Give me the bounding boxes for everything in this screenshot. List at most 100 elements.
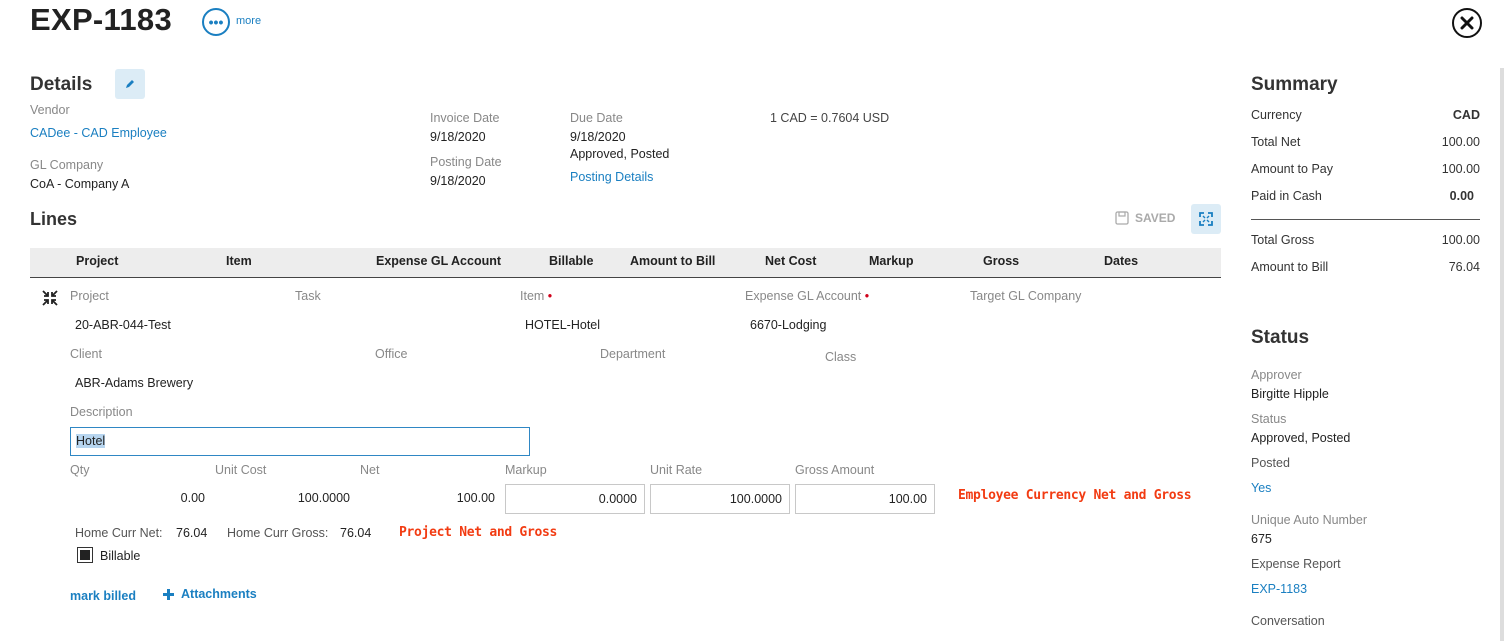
status-heading: Status xyxy=(1251,327,1310,348)
net-value: 100.00 xyxy=(456,491,495,505)
description-label: Description xyxy=(70,405,133,419)
summary-amount-to-pay-value: 100.00 xyxy=(1441,162,1480,176)
description-input[interactable]: Hotel xyxy=(70,427,530,456)
unit-rate-input[interactable]: 100.0000 xyxy=(650,484,790,514)
qty-label: Qty xyxy=(70,463,90,477)
unit-rate-label: Unit Rate xyxy=(650,463,703,477)
col-item[interactable]: Item xyxy=(226,254,252,268)
employee-currency-note: Employee Currency Net and Gross xyxy=(958,488,1192,503)
saved-label: SAVED xyxy=(1135,211,1176,225)
col-markup[interactable]: Markup xyxy=(869,254,913,268)
gl-company-label: GL Company xyxy=(30,158,104,172)
edit-pencil-icon[interactable] xyxy=(115,69,145,99)
vendor-label: Vendor xyxy=(30,103,70,117)
conversation-label: Conversation xyxy=(1251,614,1325,628)
project-net-gross-note: Project Net and Gross xyxy=(399,525,558,540)
markup-input[interactable]: 0.0000 xyxy=(505,484,645,514)
posting-details-link[interactable]: Posting Details xyxy=(570,170,653,184)
col-project[interactable]: Project xyxy=(76,254,118,268)
expense-gl-label: Expense GL Account • xyxy=(745,289,870,303)
expand-icon[interactable] xyxy=(1191,204,1221,234)
gross-amount-input[interactable]: 100.00 xyxy=(795,484,935,514)
due-date-value: 9/18/2020 xyxy=(570,130,626,144)
status-value: Approved, Posted xyxy=(1251,431,1351,445)
gross-amount-label: Gross Amount xyxy=(795,463,875,477)
status-label: Status xyxy=(1251,412,1287,426)
collapse-icon[interactable] xyxy=(42,290,58,309)
lines-table-header xyxy=(30,248,1221,278)
posted-label: Posted xyxy=(1251,456,1290,470)
scrollbar[interactable] xyxy=(1500,68,1504,641)
ellipsis-icon[interactable]: ••• xyxy=(202,8,230,36)
posted-value[interactable]: Yes xyxy=(1251,481,1271,495)
summary-currency-value: CAD xyxy=(1452,108,1480,122)
summary-amount-to-pay-label: Amount to Pay xyxy=(1251,162,1333,176)
summary-currency-label: Currency xyxy=(1251,108,1302,122)
gl-company-value: CoA - Company A xyxy=(30,177,130,191)
unit-cost-label: Unit Cost xyxy=(215,463,267,477)
expense-gl-value[interactable]: 6670-Lodging xyxy=(750,318,826,332)
lines-heading: Lines xyxy=(30,209,78,229)
saved-indicator: SAVED xyxy=(1115,211,1175,225)
col-dates[interactable]: Dates xyxy=(1104,254,1138,268)
exchange-rate: 1 CAD = 0.7604 USD xyxy=(770,111,890,125)
attachments-button[interactable]: Attachments xyxy=(162,587,257,601)
auto-number-label: Unique Auto Number xyxy=(1251,513,1368,527)
summary-amount-to-bill-label: Amount to Bill xyxy=(1251,260,1329,274)
more-link[interactable]: more xyxy=(236,15,261,27)
client-value[interactable]: ABR-Adams Brewery xyxy=(75,376,193,390)
col-amount-to-bill[interactable]: Amount to Bill xyxy=(630,254,715,268)
page-title: EXP-1183 xyxy=(30,2,173,37)
due-date-label: Due Date xyxy=(570,111,623,125)
billable-label: Billable xyxy=(100,549,141,563)
posting-date-label: Posting Date xyxy=(430,155,502,169)
item-label: Item • xyxy=(520,289,553,303)
expense-report-link[interactable]: EXP-1183 xyxy=(1251,582,1307,596)
summary-total-net-value: 100.00 xyxy=(1441,135,1480,149)
mark-billed-link[interactable]: mark billed xyxy=(70,589,136,603)
item-value[interactable]: HOTEL-Hotel xyxy=(525,318,600,332)
required-dot: • xyxy=(547,289,553,303)
invoice-date-label: Invoice Date xyxy=(430,111,500,125)
col-billable[interactable]: Billable xyxy=(549,254,593,268)
approver-value: Birgitte Hipple xyxy=(1251,387,1329,401)
billable-checkbox[interactable] xyxy=(77,547,93,563)
project-label: Project xyxy=(70,289,109,303)
summary-total-net-label: Total Net xyxy=(1251,135,1301,149)
home-net-value: 76.04 xyxy=(176,526,208,540)
client-label: Client xyxy=(70,347,102,361)
home-net-label: Home Curr Net: xyxy=(75,526,163,540)
department-label: Department xyxy=(600,347,666,361)
net-label: Net xyxy=(360,463,380,477)
home-gross-value: 76.04 xyxy=(340,526,372,540)
summary-divider xyxy=(1251,219,1480,220)
col-net-cost[interactable]: Net Cost xyxy=(765,254,816,268)
vendor-link[interactable]: CADee - CAD Employee xyxy=(30,126,167,140)
unit-cost-value[interactable]: 100.0000 xyxy=(215,491,350,505)
col-expense-gl[interactable]: Expense GL Account xyxy=(376,254,501,268)
markup-label: Markup xyxy=(505,463,547,477)
home-gross-label: Home Curr Gross: xyxy=(227,526,329,540)
close-icon[interactable] xyxy=(1452,8,1482,38)
approver-label: Approver xyxy=(1251,368,1302,382)
summary-total-gross-value: 100.00 xyxy=(1441,233,1480,247)
plus-icon xyxy=(163,588,174,600)
summary-paid-in-cash-value[interactable]: 0.00 xyxy=(1380,189,1474,203)
office-label: Office xyxy=(375,347,408,361)
required-dot: • xyxy=(864,289,870,303)
attachments-label: Attachments xyxy=(181,587,257,601)
col-gross[interactable]: Gross xyxy=(983,254,1019,268)
summary-total-gross-label: Total Gross xyxy=(1251,233,1315,247)
target-gl-label: Target GL Company xyxy=(970,289,1082,303)
save-icon xyxy=(1115,211,1129,225)
project-value[interactable]: 20-ABR-044-Test xyxy=(75,318,171,332)
summary-amount-to-bill-value: 76.04 xyxy=(1448,260,1480,274)
task-label: Task xyxy=(295,289,321,303)
details-heading: Details xyxy=(30,74,93,95)
posting-date-value: 9/18/2020 xyxy=(430,174,486,188)
qty-value[interactable]: 0.00 xyxy=(70,491,205,505)
summary-heading: Summary xyxy=(1251,74,1338,95)
summary-paid-in-cash-label: Paid in Cash xyxy=(1251,189,1322,203)
invoice-date-value: 9/18/2020 xyxy=(430,130,486,144)
expense-report-label: Expense Report xyxy=(1251,557,1341,571)
